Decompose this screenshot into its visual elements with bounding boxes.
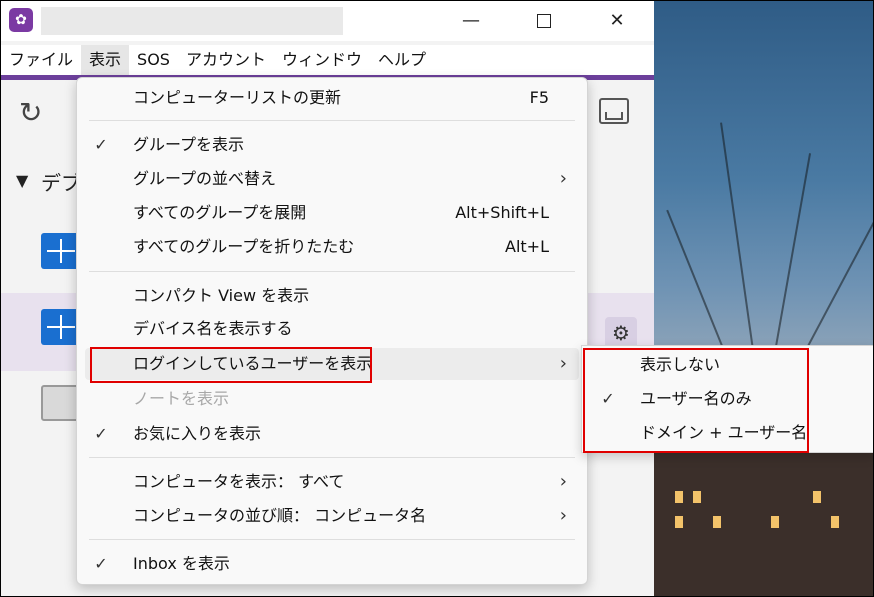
maximize-button[interactable]	[529, 7, 559, 35]
menu-item-sort-computers[interactable]: コンピュータの並び順： コンピュータ名 ›	[77, 500, 587, 532]
annotation-submenu-highlight-box	[583, 348, 809, 453]
menu-item-show-notes: ノートを表示	[133, 389, 230, 408]
minimize-button[interactable]: —	[456, 7, 486, 35]
window-title-redacted	[41, 7, 343, 35]
menu-item-expand-all-groups[interactable]: すべてのグループを展開 Alt+Shift+L	[77, 197, 587, 229]
menu-bar: ファイル 表示 SOS アカウント ウィンドウ ヘルプ	[1, 45, 654, 75]
checkmark-icon: ✓	[94, 424, 108, 443]
menu-file[interactable]: ファイル	[1, 45, 81, 75]
close-button[interactable]: ✕	[602, 7, 632, 35]
menu-item-show-inbox[interactable]: ✓ Inbox を表示	[77, 548, 587, 580]
desktop-background	[653, 1, 873, 596]
menu-view[interactable]: 表示	[81, 45, 130, 75]
android-device-icon	[41, 385, 81, 421]
app-logo-icon: ✿	[9, 8, 33, 32]
chevron-right-icon: ›	[559, 168, 567, 189]
menu-separator	[89, 539, 575, 540]
menu-item-show-device-name[interactable]: デバイス名を表示する	[77, 313, 587, 345]
menu-sos[interactable]: SOS	[129, 45, 178, 75]
refresh-icon[interactable]: ↻	[19, 96, 42, 129]
menu-separator	[89, 271, 575, 272]
menu-help[interactable]: ヘルプ	[370, 45, 434, 75]
inbox-icon[interactable]	[599, 98, 629, 124]
menu-item-sort-groups[interactable]: グループの並べ替え ›	[77, 163, 587, 195]
title-bar: ✿ — ✕	[1, 1, 654, 41]
screenshot-frame: ✿ — ✕ ファイル 表示 SOS アカウント ウィンドウ ヘルプ ↻ ▼ デブ…	[0, 0, 874, 597]
windows-device-icon	[41, 233, 81, 269]
menu-item-refresh-list[interactable]: コンピューターリストの更新 F5	[77, 82, 587, 114]
group-collapse-toggle[interactable]: ▼	[16, 171, 28, 190]
chevron-right-icon: ›	[559, 353, 567, 374]
chevron-right-icon: ›	[559, 471, 567, 492]
menu-separator	[89, 120, 575, 121]
menu-window[interactable]: ウィンドウ	[274, 45, 370, 75]
group-label: デブ	[41, 171, 81, 195]
menu-account[interactable]: アカウント	[178, 45, 274, 75]
maximize-icon	[537, 14, 551, 28]
windows-device-icon	[41, 309, 81, 345]
chevron-right-icon: ›	[559, 505, 567, 526]
menu-item-show-groups[interactable]: ✓ グループを表示	[77, 129, 587, 161]
menu-item-collapse-all-groups[interactable]: すべてのグループを折りたたむ Alt+L	[77, 231, 587, 263]
checkmark-icon: ✓	[94, 554, 108, 573]
menu-item-filter-computers[interactable]: コンピュータを表示： すべて ›	[77, 466, 587, 498]
view-menu-dropdown: コンピューターリストの更新 F5 ✓ グループを表示 グループの並べ替え › す…	[76, 77, 588, 585]
checkmark-icon: ✓	[94, 135, 108, 154]
menu-item-compact-view[interactable]: コンパクト View を表示	[77, 280, 587, 312]
menu-item-show-favorites[interactable]: ✓ お気に入りを表示	[77, 418, 587, 450]
menu-separator	[89, 457, 575, 458]
annotation-highlight-box	[90, 347, 372, 383]
